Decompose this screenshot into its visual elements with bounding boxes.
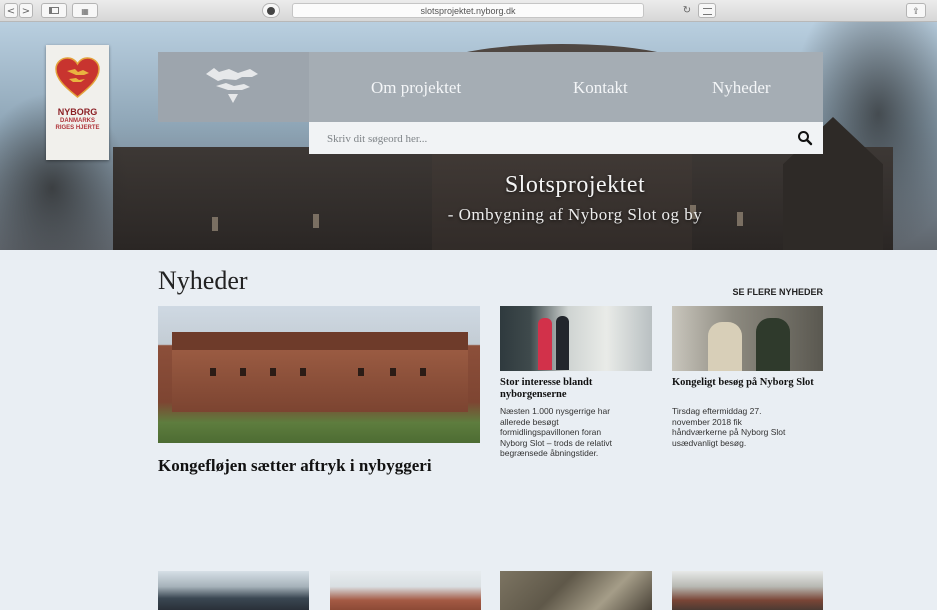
castle-wall-shape [172, 350, 468, 412]
nav-item-nyheder[interactable]: Nyheder [712, 78, 771, 98]
sidebar-button[interactable] [41, 3, 67, 18]
castle-window [240, 368, 246, 376]
url-text: slotsprojektet.nyborg.dk [420, 6, 516, 16]
back-button[interactable]: < [4, 3, 18, 18]
castle-window [210, 368, 216, 376]
person-figure [538, 318, 552, 370]
featured-news-image[interactable] [158, 306, 480, 443]
search-icon[interactable] [797, 130, 813, 146]
castle-window [212, 217, 218, 231]
news-thumbnail[interactable] [500, 571, 652, 610]
castle-window [313, 214, 319, 228]
lions-emblem-icon [206, 68, 258, 103]
browser-toolbar: < > ▦ slotsprojektet.nyborg.dk ↻ ⇪ [0, 0, 937, 22]
nyborg-logo[interactable]: NYBORG DANMARKS RIGES HJERTE [46, 45, 109, 160]
share-button[interactable]: ⇪ [906, 3, 926, 18]
grid-icon: ▦ [81, 7, 89, 16]
news-thumbnail[interactable] [158, 571, 309, 610]
castle-window [270, 368, 276, 376]
person-figure [708, 322, 742, 371]
reload-button[interactable]: ↻ [680, 3, 694, 18]
logo-tagline-line2: RIGES HJERTE [55, 125, 100, 131]
news-item-image[interactable] [672, 306, 823, 371]
see-more-news-link[interactable]: SE FLERE NYHEDER [706, 287, 823, 297]
share-icon: ⇪ [912, 7, 920, 17]
news-item-title[interactable]: Kongeligt besøg på Nyborg Slot [672, 377, 822, 389]
search-input[interactable] [325, 129, 799, 149]
logo-text-nyborg: NYBORG [57, 107, 98, 117]
logo-tagline-line1: DANMARKS [60, 118, 95, 124]
search-bar [309, 122, 823, 154]
nav-item-kontakt[interactable]: Kontakt [573, 78, 628, 98]
castle-roof-shape [172, 332, 468, 350]
news-heading: Nyheder [158, 266, 248, 295]
news-item-text: Næsten 1.000 nysgerrige har allerede bes… [500, 406, 612, 458]
castle-window [390, 368, 396, 376]
person-figure [556, 316, 569, 370]
castle-window [300, 368, 306, 376]
news-item-image[interactable] [500, 306, 652, 371]
reader-button[interactable] [698, 3, 716, 18]
news-item-text: Tirsdag eftermiddag 27. november 2018 fi… [672, 406, 786, 448]
grid-button[interactable]: ▦ [72, 3, 98, 18]
hero-subtitle: - Ombygning af Nyborg Slot og by [447, 205, 703, 224]
logo-tagline: DANMARKS RIGES HJERTE [46, 118, 109, 132]
news-item-title[interactable]: Stor interesse blandt nyborgenserne [500, 377, 650, 401]
featured-news-title[interactable]: Kongefløjen sætter aftryk i nybyggeri [158, 455, 458, 476]
forward-button[interactable]: > [19, 3, 33, 18]
news-thumbnail[interactable] [672, 571, 823, 610]
heart-crest-icon [55, 57, 100, 98]
nav-emblem[interactable] [158, 52, 309, 122]
reader-icon [702, 8, 712, 15]
person-figure [756, 318, 790, 371]
site-icon-button[interactable] [262, 3, 280, 18]
castle-window [420, 368, 426, 376]
main-nav: Om projektet Kontakt Nyheder [309, 52, 823, 122]
sidebar-icon [49, 7, 59, 14]
hero-title: Slotsprojektet [504, 172, 646, 198]
castle-window [358, 368, 364, 376]
globe-icon [267, 7, 275, 15]
nav-item-om-projektet[interactable]: Om projektet [371, 78, 461, 98]
news-thumbnail[interactable] [330, 571, 481, 610]
address-bar[interactable]: slotsprojektet.nyborg.dk [292, 3, 644, 18]
